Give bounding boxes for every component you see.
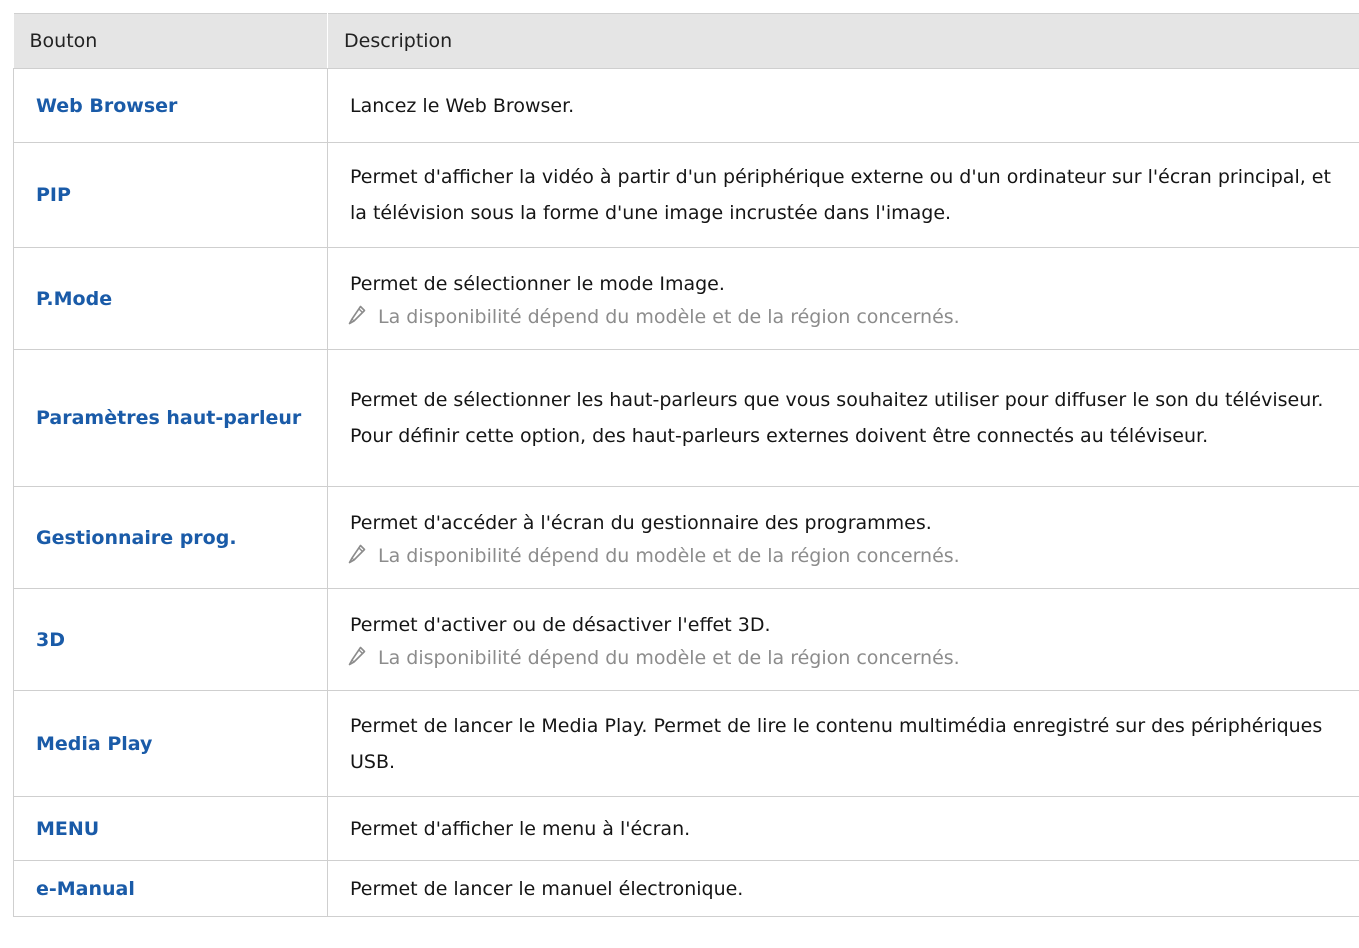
description-cell: Permet d'activer ou de désactiver l'effe… xyxy=(327,588,1359,691)
availability-note: La disponibilité dépend du modèle et de … xyxy=(348,302,1348,332)
note-text: La disponibilité dépend du modèle et de … xyxy=(378,544,960,567)
table-row: e-Manual Permet de lancer le manuel élect… xyxy=(13,860,1359,917)
pencil-icon xyxy=(348,304,366,324)
button-description-table-container: Bouton Description Web Browser Lancez le … xyxy=(13,13,1359,917)
column-header-description: Description xyxy=(327,13,1359,69)
button-name-cell: Paramètres haut-parleur xyxy=(13,349,328,487)
button-name-cell: Gestionnaire prog. xyxy=(13,486,328,589)
button-name-cell: Media Play xyxy=(13,690,328,797)
table-row: P.Mode Permet de sélectionner le mode Ima… xyxy=(13,247,1359,350)
button-description-table: Bouton Description Web Browser Lancez le … xyxy=(13,13,1359,917)
button-name-cell: MENU xyxy=(13,796,328,861)
description-text: Permet d'afficher le menu à l'écran. xyxy=(350,817,691,840)
description-text: Permet de sélectionner le mode Image. xyxy=(350,272,725,295)
button-name-cell: PIP xyxy=(13,142,328,248)
table-row: PIP Permet d'afficher la vidéo à partir d… xyxy=(13,142,1359,248)
table-row: Paramètres haut-parleur Permet de sélecti… xyxy=(13,349,1359,487)
table-header-row: Bouton Description xyxy=(13,13,1359,69)
description-text: Lancez le Web Browser. xyxy=(350,94,575,117)
description-cell: Permet d'accéder à l'écran du gestionnai… xyxy=(327,486,1359,589)
button-name-cell: 3D xyxy=(13,588,328,691)
note-text: La disponibilité dépend du modèle et de … xyxy=(378,305,960,328)
pencil-icon xyxy=(348,543,366,563)
button-name-cell: P.Mode xyxy=(13,247,328,350)
column-header-button: Bouton xyxy=(13,13,328,69)
table-row: 3D Permet d'activer ou de désactiver l'ef… xyxy=(13,588,1359,691)
description-text: Permet d'accéder à l'écran du gestionnai… xyxy=(350,511,932,534)
table-row: Gestionnaire prog. Permet d'accéder à l'é… xyxy=(13,486,1359,589)
table-row: MENU Permet d'afficher le menu à l'écran. xyxy=(13,796,1359,861)
availability-note: La disponibilité dépend du modèle et de … xyxy=(348,541,1348,571)
button-name-cell: e-Manual xyxy=(13,860,328,917)
description-cell: Lancez le Web Browser. xyxy=(327,68,1359,143)
note-text: La disponibilité dépend du modèle et de … xyxy=(378,646,960,669)
button-name-cell: Web Browser xyxy=(13,68,328,143)
table-row: Web Browser Lancez le Web Browser. xyxy=(13,68,1359,143)
description-cell: Permet de sélectionner les haut-parleurs… xyxy=(327,349,1359,487)
description-cell: Permet de lancer le Media Play. Permet d… xyxy=(327,690,1359,797)
description-text: Permet d'activer ou de désactiver l'effe… xyxy=(350,613,771,636)
description-cell: Permet d'afficher le menu à l'écran. xyxy=(327,796,1359,861)
description-text: Permet de lancer le manuel électronique. xyxy=(350,877,744,900)
pencil-icon xyxy=(348,645,366,665)
description-text: Permet d'afficher la vidéo à partir d'un… xyxy=(350,166,1331,224)
table-row: Media Play Permet de lancer le Media Play… xyxy=(13,690,1359,797)
description-text: Permet de lancer le Media Play. Permet d… xyxy=(350,714,1323,773)
description-cell: Permet de sélectionner le mode Image. La … xyxy=(327,247,1359,350)
description-text: Permet de sélectionner les haut-parleurs… xyxy=(350,389,1324,447)
availability-note: La disponibilité dépend du modèle et de … xyxy=(348,643,1348,673)
description-cell: Permet de lancer le manuel électronique. xyxy=(327,860,1359,917)
description-cell: Permet d'afficher la vidéo à partir d'un… xyxy=(327,142,1359,248)
